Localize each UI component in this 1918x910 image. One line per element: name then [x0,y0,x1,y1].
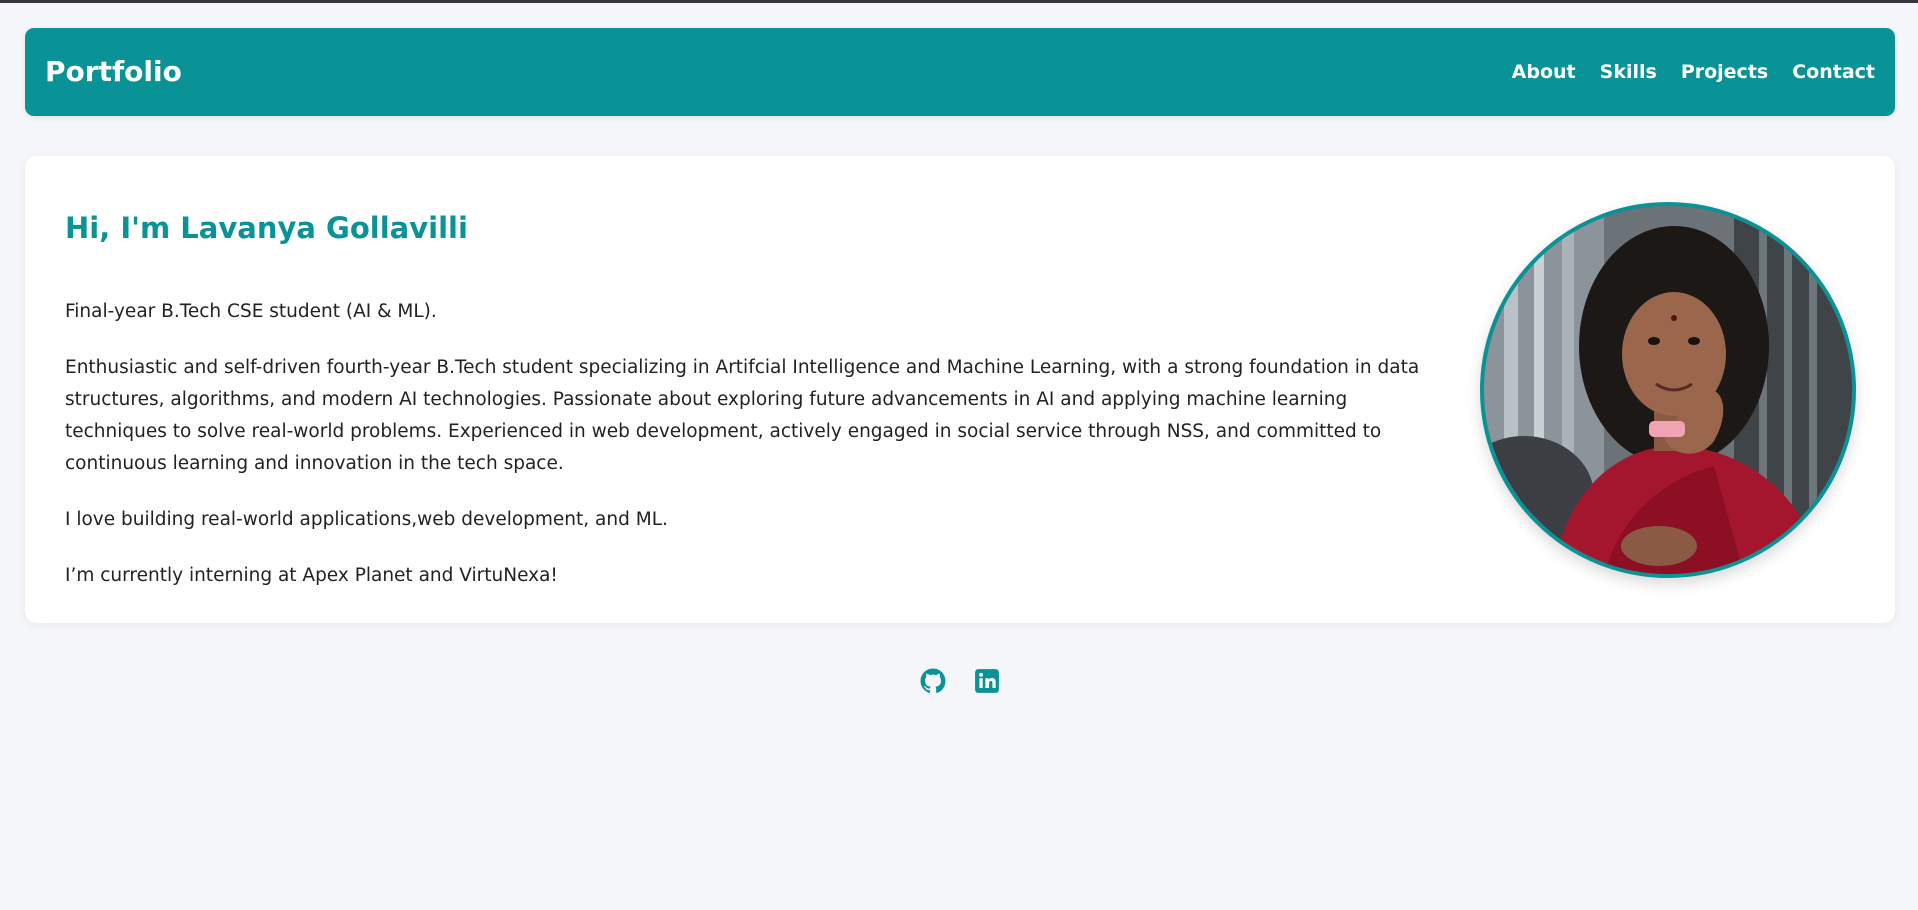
nav-link-contact[interactable]: Contact [1792,61,1875,83]
linkedin-link[interactable] [974,668,1000,694]
nav-link-projects[interactable]: Projects [1681,61,1768,83]
nav-link-skills[interactable]: Skills [1600,61,1657,83]
intro-paragraph-3: I love building real-world applications,… [65,509,668,530]
github-icon [920,668,946,693]
window-top-border [0,0,1918,3]
hero-title: Hi, I'm Lavanya Gollavilli [65,211,468,245]
about-card: Hi, I'm Lavanya Gollavilli Final-year B.… [25,156,1895,623]
social-links [920,668,1000,694]
profile-photo [1480,202,1856,578]
intro-paragraph-4: I’m currently interning at Apex Planet a… [65,565,558,586]
navbar: Portfolio About Skills Projects Contact [25,28,1895,116]
brand-logo[interactable]: Portfolio [45,28,182,116]
linkedin-icon [975,669,999,693]
github-link[interactable] [920,668,946,694]
intro-paragraph-2: Enthusiastic and self-driven fourth-year… [65,357,1420,474]
intro-text: Hi, I'm Lavanya Gollavilli Final-year B.… [65,204,1435,592]
nav-link-about[interactable]: About [1512,61,1576,83]
nav-links: About Skills Projects Contact [1512,28,1875,116]
intro-paragraph-1: Final-year B.Tech CSE student (AI & ML). [65,301,437,322]
